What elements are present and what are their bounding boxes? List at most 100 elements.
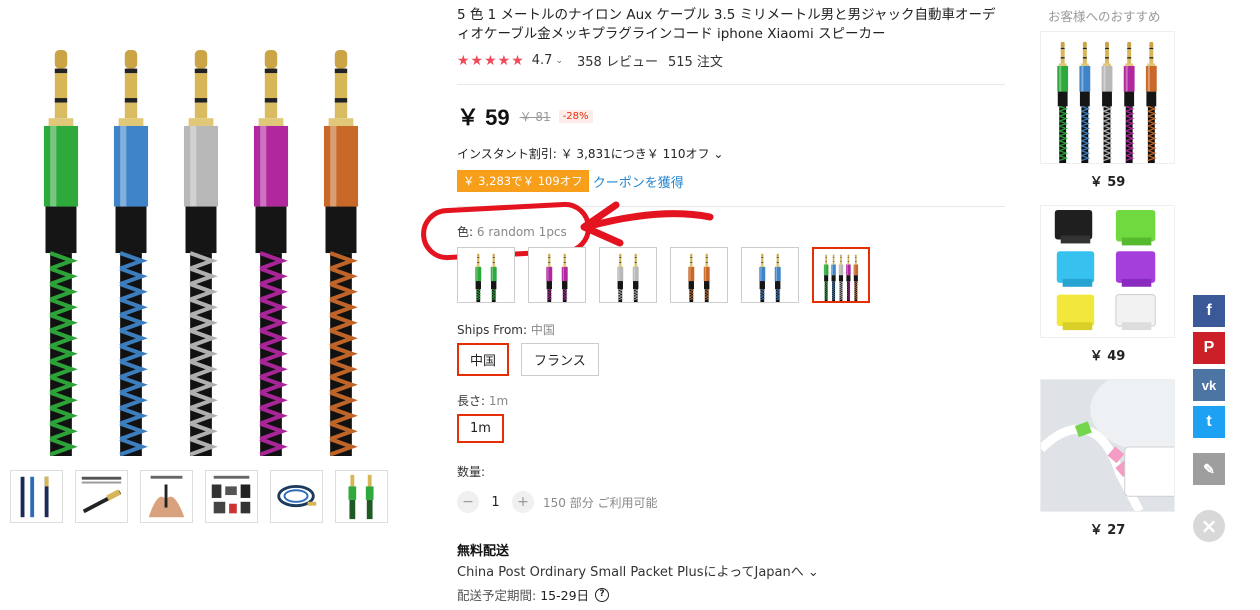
shipping-eta: 配送予定期間: 15-29日 ?	[457, 585, 610, 604]
recommendation-item[interactable]: ￥ 49	[1040, 205, 1175, 364]
recommendation-image[interactable]	[1040, 31, 1175, 164]
ships-from-option-france[interactable]: フランス	[521, 343, 599, 376]
length-options: 1m	[457, 414, 504, 443]
pinterest-share-icon[interactable]: P	[1193, 332, 1225, 364]
quantity-stepper: − 1 + 150 部分 ご利用可能	[457, 491, 658, 513]
cable-icon	[1123, 41, 1135, 163]
product-title: 5 色 1 メートルのナイロン Aux ケーブル 3.5 ミリメートル男と男ジャ…	[457, 7, 996, 42]
help-icon[interactable]: ?	[595, 587, 610, 602]
cable-icon	[703, 253, 710, 302]
cable-swatch-icon	[688, 253, 710, 302]
color-swatch-4[interactable]	[670, 247, 728, 303]
cable-icon	[323, 50, 359, 456]
ships-from-option-china[interactable]: 中国	[457, 343, 510, 376]
chevron-down-icon[interactable]: ⌄	[555, 56, 563, 66]
recommendation-price: ￥ 59	[1089, 175, 1126, 190]
current-price: ￥ 59	[457, 105, 510, 130]
cable-icon	[632, 253, 639, 302]
rating-stars-icon: ★★★★★	[457, 52, 525, 69]
length-option-1m[interactable]: 1m	[457, 414, 504, 443]
cable-icon	[823, 254, 829, 301]
cable-swatch-icon	[759, 253, 781, 302]
cable-icon	[617, 253, 624, 302]
vk-share-icon[interactable]: vk	[1193, 369, 1225, 401]
price-row: ￥ 59 ￥ 81 -28%	[457, 100, 593, 132]
cable-icon	[113, 50, 149, 456]
thumbnail-6[interactable]	[335, 470, 388, 523]
color-swatch-1[interactable]	[457, 247, 515, 303]
cable-icon	[759, 253, 766, 302]
recommendation-image[interactable]	[1040, 205, 1175, 338]
quantity-minus-button[interactable]: −	[457, 491, 479, 513]
cable-icon	[838, 254, 844, 301]
cable-icon	[688, 253, 695, 302]
rating-row: ★★★★★ 4.7 ⌄ 358 レビュー 515 注文	[457, 51, 723, 71]
cable-swatch-icon	[617, 253, 639, 302]
cable-icon	[1101, 41, 1113, 163]
close-icon[interactable]: ×	[1193, 510, 1225, 542]
ships-from-label: Ships From: 中国	[457, 321, 555, 338]
color-swatch-2[interactable]	[528, 247, 586, 303]
thumbnail-1[interactable]	[10, 470, 63, 523]
cable-swatch-icon	[823, 254, 859, 301]
thumbnail-4[interactable]	[205, 470, 258, 523]
main-product-image[interactable]	[6, 6, 398, 456]
facebook-share-icon[interactable]: f	[1193, 295, 1225, 327]
thumbnail-3[interactable]	[140, 470, 193, 523]
coupon-tag: ￥ 3,283で￥ 109オフ	[457, 170, 589, 192]
get-coupon-link[interactable]: クーポンを獲得	[593, 172, 684, 191]
twitter-share-icon[interactable]: t	[1193, 406, 1225, 438]
shipping-title: 無料配送	[457, 544, 510, 559]
aux-cables-main-image	[43, 50, 359, 456]
recommendation-image[interactable]	[1040, 379, 1175, 512]
cable-icon	[43, 50, 79, 456]
shipping-eta-label: 配送予定期間:	[457, 588, 537, 603]
cable-icon	[1057, 41, 1069, 163]
length-value: 1m	[488, 394, 509, 408]
thumbnail-2[interactable]	[75, 470, 128, 523]
ships-from-label-text: Ships From:	[457, 323, 528, 337]
shipping-method[interactable]: China Post Ordinary Small Packet Plusによっ…	[457, 561, 819, 580]
cable-icon	[853, 254, 859, 301]
cable-icon	[774, 253, 781, 302]
recommendations-title: お客様へのおすすめ	[1048, 9, 1161, 24]
length-label: 長さ: 1m	[457, 392, 508, 409]
phone-stands-icon	[1054, 209, 1156, 331]
ships-from-value: 中国	[530, 323, 555, 337]
recommendation-item[interactable]: ￥ 27	[1040, 379, 1175, 538]
aux-cables-icon	[1057, 41, 1157, 163]
order-count: 515 注文	[667, 55, 723, 70]
color-swatch-5[interactable]	[741, 247, 799, 303]
shipping-eta-value: 15-29日	[540, 588, 590, 603]
cable-icon	[253, 50, 289, 456]
thumbnail-cable-icon	[20, 476, 49, 518]
recommendation-price: ￥ 27	[1089, 523, 1126, 538]
divider	[457, 84, 1005, 85]
thumbnail-devices-icon	[211, 475, 251, 514]
cable-icon	[846, 254, 851, 301]
cable-swatch-icon	[546, 253, 568, 302]
cable-icon	[561, 253, 568, 302]
cable-icon	[831, 254, 836, 301]
rating-value[interactable]: 4.7	[532, 53, 553, 68]
cable-icon	[1079, 41, 1091, 163]
thumbnail-green-cable-icon	[348, 474, 374, 520]
edit-icon[interactable]: ✎	[1193, 453, 1225, 485]
cable-icon	[475, 253, 482, 302]
color-swatch-3[interactable]	[599, 247, 657, 303]
cable-protector-icon	[1041, 380, 1174, 511]
coupon-row: ￥ 3,283で￥ 109オフ クーポンを獲得	[457, 170, 684, 192]
quantity-plus-button[interactable]: +	[512, 491, 534, 513]
quantity-input[interactable]: 1	[479, 495, 512, 510]
thumbnail-5[interactable]	[270, 470, 323, 523]
annotation-arrow-icon	[580, 201, 714, 247]
color-swatch-6[interactable]	[812, 247, 870, 303]
review-count[interactable]: 358 レビュー	[577, 51, 658, 70]
cable-icon	[490, 253, 497, 302]
instant-discount[interactable]: インスタント割引: ￥ 3,831につき￥ 110オフ ⌄	[457, 145, 723, 162]
thumbnail-coiled-cable-icon	[277, 484, 317, 508]
length-label-text: 長さ:	[457, 394, 486, 408]
thumbnail-strip	[10, 470, 388, 523]
thumbnail-hand-icon	[148, 475, 185, 518]
recommendation-item[interactable]: ￥ 59	[1040, 31, 1175, 190]
